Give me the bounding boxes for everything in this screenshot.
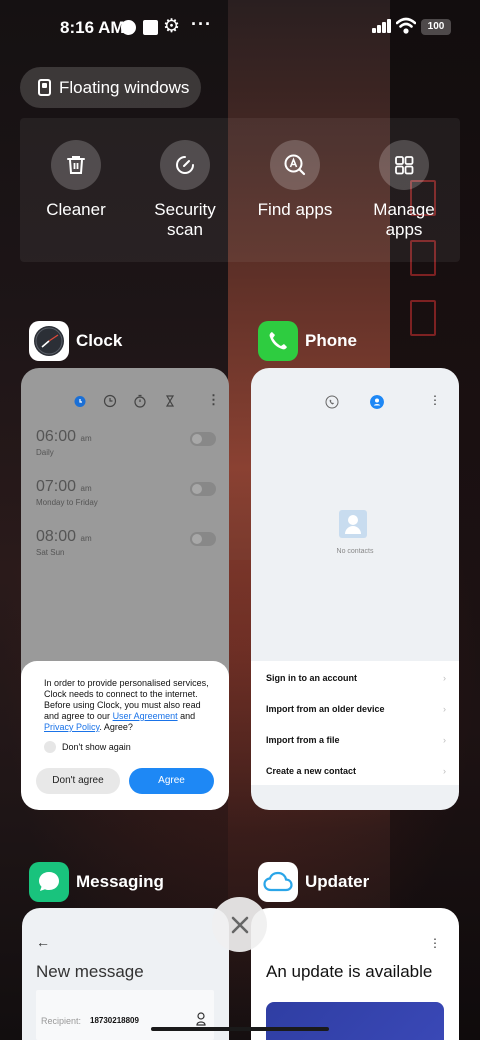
gear-icon: ⚙ — [163, 16, 181, 37]
security-scan-label: Security scan — [154, 200, 216, 239]
messaging-app-name: Messaging — [76, 872, 164, 891]
status-time: 8:16 AM — [60, 18, 125, 37]
chevron-right-icon: › — [443, 673, 446, 683]
consent-text: In order to provide personalised service… — [44, 678, 209, 732]
contact-options-list: Sign in to an account › Import from an ol… — [251, 661, 459, 785]
alarm-time: 06:00 — [36, 428, 77, 445]
alarm-toggle — [190, 432, 216, 446]
more-options-icon: ⋮ — [429, 936, 441, 950]
alarm-item: 07:00 am Monday to Friday — [36, 478, 216, 507]
alarm-toggle — [190, 532, 216, 546]
recipient-label: Recipient: — [41, 1016, 82, 1026]
alarm-time: 08:00 — [36, 528, 77, 545]
updater-app-card[interactable]: ⋮ An update is available — [251, 908, 459, 1040]
status-bar: 8:16 AM ⚙ ··· 100 — [0, 0, 480, 56]
alarm-repeat: Daily — [36, 448, 54, 457]
recipient-field: Recipient: 18730218809 — [36, 990, 214, 1040]
phone-app-name: Phone — [305, 331, 357, 350]
chevron-right-icon: › — [443, 735, 446, 745]
more-options-icon: ⋮ — [207, 392, 220, 407]
phone-app-icon — [258, 321, 298, 361]
floating-windows-label: Floating windows — [59, 77, 190, 97]
find-apps-icon — [284, 154, 306, 176]
messaging-app-icon — [29, 862, 69, 902]
world-clock-tab-icon — [103, 394, 117, 408]
close-icon — [231, 916, 248, 933]
more-options-icon: ⋮ — [429, 393, 441, 407]
battery-indicator: 100 — [421, 19, 451, 35]
person-icon — [196, 1012, 206, 1026]
alarm-time: 07:00 — [36, 478, 77, 495]
grid-icon — [395, 156, 414, 175]
messaging-app-card[interactable]: ← New message Recipient: 18730218809 — [22, 908, 229, 1040]
alarm-toggle — [190, 482, 216, 496]
notification-square-icon — [143, 20, 158, 35]
no-contacts-label: No contacts — [336, 548, 374, 555]
alarm-tab-icon — [74, 396, 86, 407]
updater-app-icon — [258, 862, 298, 902]
manage-apps-button[interactable]: Manage apps — [349, 140, 459, 240]
no-contacts-icon — [339, 510, 367, 538]
sign-in-account-option[interactable]: Sign in to an account › — [266, 673, 446, 683]
alarm-ampm: am — [80, 434, 92, 443]
update-available-title: An update is available — [266, 962, 433, 981]
clock-app-header[interactable]: Clock — [29, 321, 122, 361]
more-notifications-icon: ··· — [191, 14, 212, 34]
dont-show-again-label: Don't show again — [62, 742, 131, 752]
timer-tab-icon — [165, 395, 175, 407]
cleaner-button[interactable]: Cleaner — [21, 140, 131, 220]
updater-app-header[interactable]: Updater — [258, 862, 369, 902]
find-apps-button[interactable]: Find apps — [240, 140, 350, 220]
close-all-button[interactable] — [212, 897, 267, 952]
alarm-item: 06:00 am Daily — [36, 428, 216, 457]
recents-tab-icon — [325, 395, 339, 409]
user-agreement-link[interactable]: User Agreement — [113, 711, 178, 721]
recipient-value: 18730218809 — [90, 1016, 139, 1025]
floating-window-icon — [38, 79, 51, 96]
alarm-item: 08:00 am Sat Sun — [36, 528, 216, 557]
updater-app-name: Updater — [305, 872, 370, 891]
clock-tab-bar: ⋮ — [21, 392, 229, 414]
security-gauge-icon — [176, 156, 194, 174]
wifi-icon — [396, 17, 416, 34]
contacts-tab-icon — [370, 395, 384, 409]
gesture-nav-handle[interactable] — [151, 1027, 329, 1031]
new-message-title: New message — [36, 962, 144, 981]
alarm-repeat: Sat Sun — [36, 548, 65, 557]
chevron-right-icon: › — [443, 766, 446, 776]
signal-icon — [372, 19, 392, 33]
cleaner-label: Cleaner — [46, 200, 106, 219]
clock-app-icon — [29, 321, 69, 361]
create-contact-option[interactable]: Create a new contact › — [266, 766, 446, 776]
find-apps-label: Find apps — [257, 200, 333, 219]
notification-dot-icon — [121, 20, 136, 35]
security-scan-button[interactable]: Security scan — [130, 140, 240, 240]
phone-app-header[interactable]: Phone — [258, 321, 357, 361]
back-arrow-icon: ← — [36, 934, 50, 950]
dont-agree-button[interactable]: Don't agree — [36, 768, 120, 794]
checkbox-icon — [44, 741, 56, 753]
import-older-device-option[interactable]: Import from an older device › — [266, 704, 446, 714]
consent-dialog: In order to provide personalised service… — [21, 661, 229, 810]
trash-icon — [67, 156, 85, 174]
update-banner-image — [266, 1002, 444, 1040]
messaging-app-header[interactable]: Messaging — [29, 862, 164, 902]
privacy-policy-link[interactable]: Privacy Policy — [44, 722, 99, 732]
floating-windows-button[interactable]: Floating windows — [20, 67, 201, 108]
dont-show-again-checkbox[interactable]: Don't show again — [44, 741, 131, 753]
alarm-repeat: Monday to Friday — [36, 498, 98, 507]
manage-apps-label: Manage apps — [373, 200, 435, 239]
agree-button[interactable]: Agree — [129, 768, 214, 794]
clock-app-name: Clock — [76, 331, 123, 350]
stopwatch-tab-icon — [134, 394, 146, 408]
chevron-right-icon: › — [443, 704, 446, 714]
import-file-option[interactable]: Import from a file › — [266, 735, 446, 745]
alarm-ampm: am — [80, 534, 92, 543]
phone-app-card[interactable]: ⋮ No contacts Sign in to an account › Imp… — [251, 368, 459, 810]
clock-app-card[interactable]: ⋮ 06:00 am Daily 07:00 am Monday to Frid… — [21, 368, 229, 810]
alarm-ampm: am — [80, 484, 92, 493]
